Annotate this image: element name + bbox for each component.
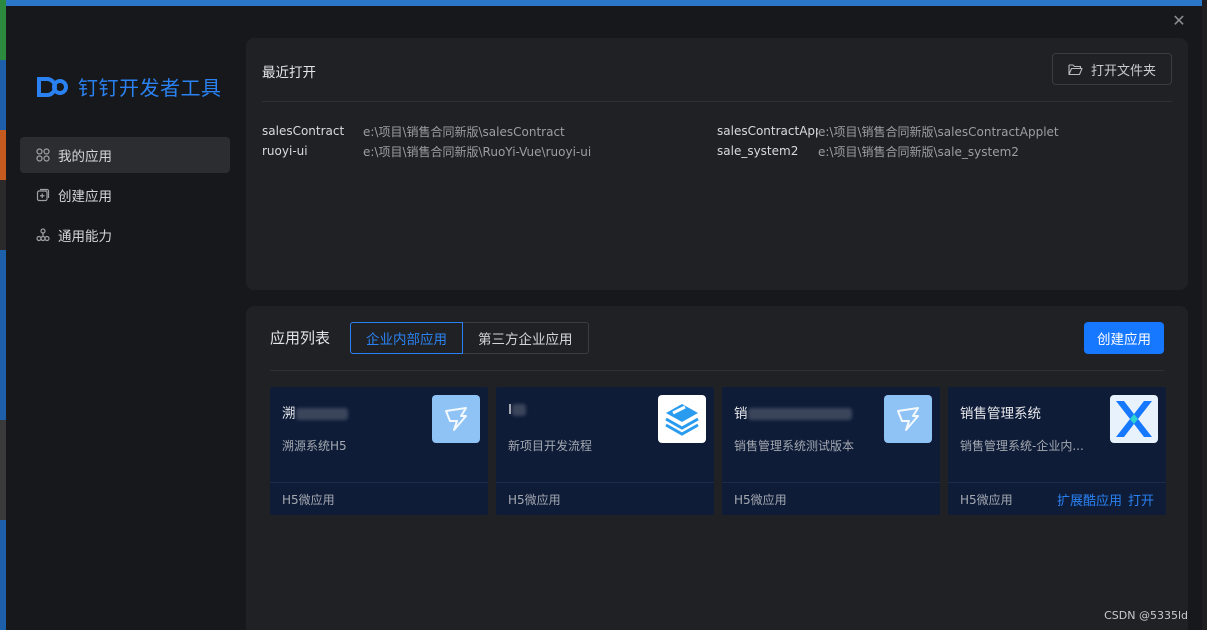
sidebar-nav: 我的应用 创建应用 通用能力 xyxy=(20,137,230,257)
sidebar-item-common-abilities[interactable]: 通用能力 xyxy=(20,217,230,253)
recent-item-name[interactable]: ruoyi-ui xyxy=(262,144,363,158)
recent-item-path[interactable]: e:\项目\销售合同新版\salesContractApplet xyxy=(818,123,1059,140)
app-card[interactable]: I 新项目开发流程 H5微应用 xyxy=(496,387,714,515)
sidebar: 钉钉开发者工具 我的应用 创建应用 通用能力 xyxy=(6,6,240,630)
close-icon[interactable]: ✕ xyxy=(1170,12,1188,30)
recent-item-path[interactable]: e:\项目\销售合同新版\salesContract xyxy=(363,123,565,140)
app-card[interactable]: 销售管理系统 销售管理系统-企业内... H5微应用 扩展酷应用 打开 xyxy=(948,387,1166,515)
open-folder-label: 打开文件夹 xyxy=(1090,63,1156,79)
app-card-name: 销 xyxy=(734,402,852,422)
app-card-desc: 溯源系统H5 xyxy=(282,439,347,453)
recent-item[interactable]: salesContract e:\项目\销售合同新版\salesContract xyxy=(262,121,565,141)
redacted-text xyxy=(747,408,852,420)
recent-item-name[interactable]: sale_system2 xyxy=(717,144,818,158)
create-app-button[interactable]: 创建应用 xyxy=(1084,322,1164,354)
divider xyxy=(270,370,1164,371)
app-window: ✕ 钉钉开发者工具 我的应用 创建应用 通用能力 最近打开 打开文件夹 sale… xyxy=(6,6,1202,630)
apps-panel: 应用列表 企业内部应用 第三方企业应用 创建应用 溯 溯源系统H5 H5微应用 xyxy=(246,306,1188,630)
recent-item[interactable]: ruoyi-ui e:\项目\销售合同新版\RuoYi-Vue\ruoyi-ui xyxy=(262,141,591,161)
card-divider xyxy=(722,482,940,483)
x-logo-icon xyxy=(1110,395,1158,443)
add-square-icon xyxy=(36,188,50,202)
redacted-text xyxy=(511,404,526,416)
recent-panel: 最近打开 打开文件夹 salesContract e:\项目\销售合同新版\sa… xyxy=(246,38,1188,290)
app-card-type: H5微应用 xyxy=(508,493,561,507)
app-card-name-text: 溯 xyxy=(282,406,296,422)
app-card[interactable]: 销 销售管理系统测试版本 H5微应用 xyxy=(722,387,940,515)
sidebar-item-label: 创建应用 xyxy=(58,189,112,205)
app-logo: 钉钉开发者工具 xyxy=(36,72,222,101)
app-card-name: 销售管理系统 xyxy=(960,406,1041,422)
app-card-desc: 新项目开发流程 xyxy=(508,439,593,453)
dingtalk-default-icon xyxy=(432,395,480,443)
tab-third-party-apps[interactable]: 第三方企业应用 xyxy=(463,322,589,354)
sidebar-item-label: 通用能力 xyxy=(58,229,112,245)
app-card-type: H5微应用 xyxy=(960,493,1013,507)
sidebar-item-label: 我的应用 xyxy=(58,149,112,165)
tab-internal-apps[interactable]: 企业内部应用 xyxy=(350,322,463,354)
app-type-tabs: 企业内部应用 第三方企业应用 xyxy=(350,322,589,354)
card-divider xyxy=(270,482,488,483)
divider xyxy=(262,101,1172,102)
recent-item[interactable]: sale_system2 e:\项目\销售合同新版\sale_system2 xyxy=(717,141,1019,161)
dingtalk-logo-icon xyxy=(37,76,68,97)
recent-item[interactable]: salesContractAppl e:\项目\销售合同新版\salesCont… xyxy=(717,121,1059,141)
watermark: CSDN @5335ld xyxy=(1104,609,1188,622)
recent-item-name[interactable]: salesContractAppl xyxy=(717,124,818,138)
app-card-desc: 销售管理系统-企业内... xyxy=(960,439,1084,453)
app-card-type: H5微应用 xyxy=(282,493,335,507)
grid-icon xyxy=(36,148,50,162)
apps-list-title: 应用列表 xyxy=(270,329,331,347)
card-divider xyxy=(496,482,714,483)
cluster-icon xyxy=(36,228,50,242)
recent-item-path[interactable]: e:\项目\销售合同新版\sale_system2 xyxy=(818,143,1019,160)
app-card-list: 溯 溯源系统H5 H5微应用 I 新项目开发流程 H5微应用 销 销售管理系统测… xyxy=(270,387,1166,515)
desktop-background-right xyxy=(1202,0,1207,630)
sidebar-item-my-apps[interactable]: 我的应用 xyxy=(20,137,230,173)
open-folder-button[interactable]: 打开文件夹 xyxy=(1052,53,1172,85)
extend-cool-app-link[interactable]: 扩展酷应用 xyxy=(1057,490,1122,509)
redacted-text xyxy=(295,408,348,420)
app-card-desc: 销售管理系统测试版本 xyxy=(734,439,855,453)
recent-title: 最近打开 xyxy=(262,65,316,81)
app-card-type: H5微应用 xyxy=(734,493,787,507)
open-app-link[interactable]: 打开 xyxy=(1128,490,1154,509)
app-card-name-text: 销 xyxy=(734,406,748,422)
folder-open-icon xyxy=(1068,63,1083,75)
app-card-actions: 扩展酷应用 打开 xyxy=(1057,490,1154,509)
dingtalk-default-icon xyxy=(884,395,932,443)
sidebar-item-create-app[interactable]: 创建应用 xyxy=(20,177,230,213)
app-card[interactable]: 溯 溯源系统H5 H5微应用 xyxy=(270,387,488,515)
app-title: 钉钉开发者工具 xyxy=(78,76,222,100)
recent-item-path[interactable]: e:\项目\销售合同新版\RuoYi-Vue\ruoyi-ui xyxy=(363,143,591,160)
app-card-name: 溯 xyxy=(282,402,348,422)
app-card-name: I xyxy=(508,402,526,418)
card-divider xyxy=(948,482,1166,483)
recent-item-name[interactable]: salesContract xyxy=(262,124,363,138)
stack-layers-icon xyxy=(658,395,706,443)
